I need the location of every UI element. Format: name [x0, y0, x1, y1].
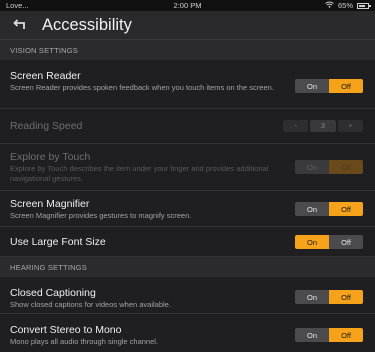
large-font-toggle[interactable]: On Off	[295, 235, 363, 249]
status-notification-text: Love...	[6, 1, 29, 10]
battery-percent: 65%	[337, 1, 353, 10]
closed-captioning-on-button[interactable]: On	[295, 290, 329, 304]
screen-magnifier-toggle[interactable]: On Off	[295, 202, 363, 216]
explore-by-touch-off-button: Off	[329, 160, 363, 174]
explore-by-touch-toggle: On Off	[295, 160, 363, 174]
reading-speed-label: Reading Speed	[10, 120, 83, 132]
screen-reader-label: Screen Reader	[10, 70, 81, 82]
reading-speed-stepper: - 3 +	[283, 120, 363, 132]
large-font-row: Use Large Font Size On Off	[0, 227, 375, 257]
status-time: 2:00 PM	[173, 1, 202, 10]
explore-by-touch-description: Explore by Touch describes the item unde…	[10, 164, 269, 183]
large-font-on-button[interactable]: On	[295, 235, 329, 249]
wifi-icon	[325, 1, 334, 10]
screen-magnifier-off-button[interactable]: Off	[329, 202, 363, 216]
screen-reader-description: Screen Reader provides spoken feedback w…	[10, 83, 274, 92]
large-font-off-button[interactable]: Off	[329, 235, 363, 249]
screen-magnifier-on-button[interactable]: On	[295, 202, 329, 216]
section-header-vision: VISION SETTINGS	[0, 40, 375, 60]
closed-captioning-toggle[interactable]: On Off	[295, 290, 363, 304]
battery-icon	[357, 2, 371, 9]
section-header-hearing: HEARING SETTINGS	[0, 257, 375, 277]
screen-reader-toggle[interactable]: On Off	[295, 79, 363, 93]
explore-by-touch-on-button: On	[295, 160, 329, 174]
stereo-to-mono-toggle[interactable]: On Off	[295, 328, 363, 342]
closed-captioning-description: Show closed captions for videos when ava…	[10, 300, 171, 309]
status-bar: Love... 2:00 PM 65%	[0, 0, 375, 11]
stereo-to-mono-off-button[interactable]: Off	[329, 328, 363, 342]
status-right: 65%	[325, 1, 371, 10]
screen-reader-off-button[interactable]: Off	[329, 79, 363, 93]
screen-magnifier-description: Screen Magnifier provides gestures to ma…	[10, 211, 192, 220]
reading-speed-row: Reading Speed - 3 +	[0, 109, 375, 144]
app-header: Accessibility	[0, 11, 375, 40]
explore-by-touch-label: Explore by Touch	[10, 151, 91, 163]
reading-speed-decrease-button: -	[283, 120, 309, 132]
back-arrow-icon[interactable]	[12, 17, 30, 34]
reading-speed-value: 3	[310, 120, 336, 132]
stereo-to-mono-description: Mono plays all audio through single chan…	[10, 337, 159, 346]
screen-reader-on-button[interactable]: On	[295, 79, 329, 93]
stereo-to-mono-on-button[interactable]: On	[295, 328, 329, 342]
reading-speed-increase-button: +	[337, 120, 363, 132]
large-font-label: Use Large Font Size	[10, 236, 106, 248]
closed-captioning-label: Closed Captioning	[10, 287, 96, 299]
screen-magnifier-label: Screen Magnifier	[10, 198, 90, 210]
page-title: Accessibility	[42, 15, 132, 34]
explore-by-touch-row: Explore by Touch Explore by Touch descri…	[0, 144, 375, 191]
stereo-to-mono-label: Convert Stereo to Mono	[10, 324, 122, 336]
screen-magnifier-row: Screen Magnifier Screen Magnifier provid…	[0, 191, 375, 227]
stereo-to-mono-row: Convert Stereo to Mono Mono plays all au…	[0, 314, 375, 352]
closed-captioning-off-button[interactable]: Off	[329, 290, 363, 304]
closed-captioning-row: Closed Captioning Show closed captions f…	[0, 277, 375, 314]
screen-reader-row: Screen Reader Screen Reader provides spo…	[0, 60, 375, 109]
